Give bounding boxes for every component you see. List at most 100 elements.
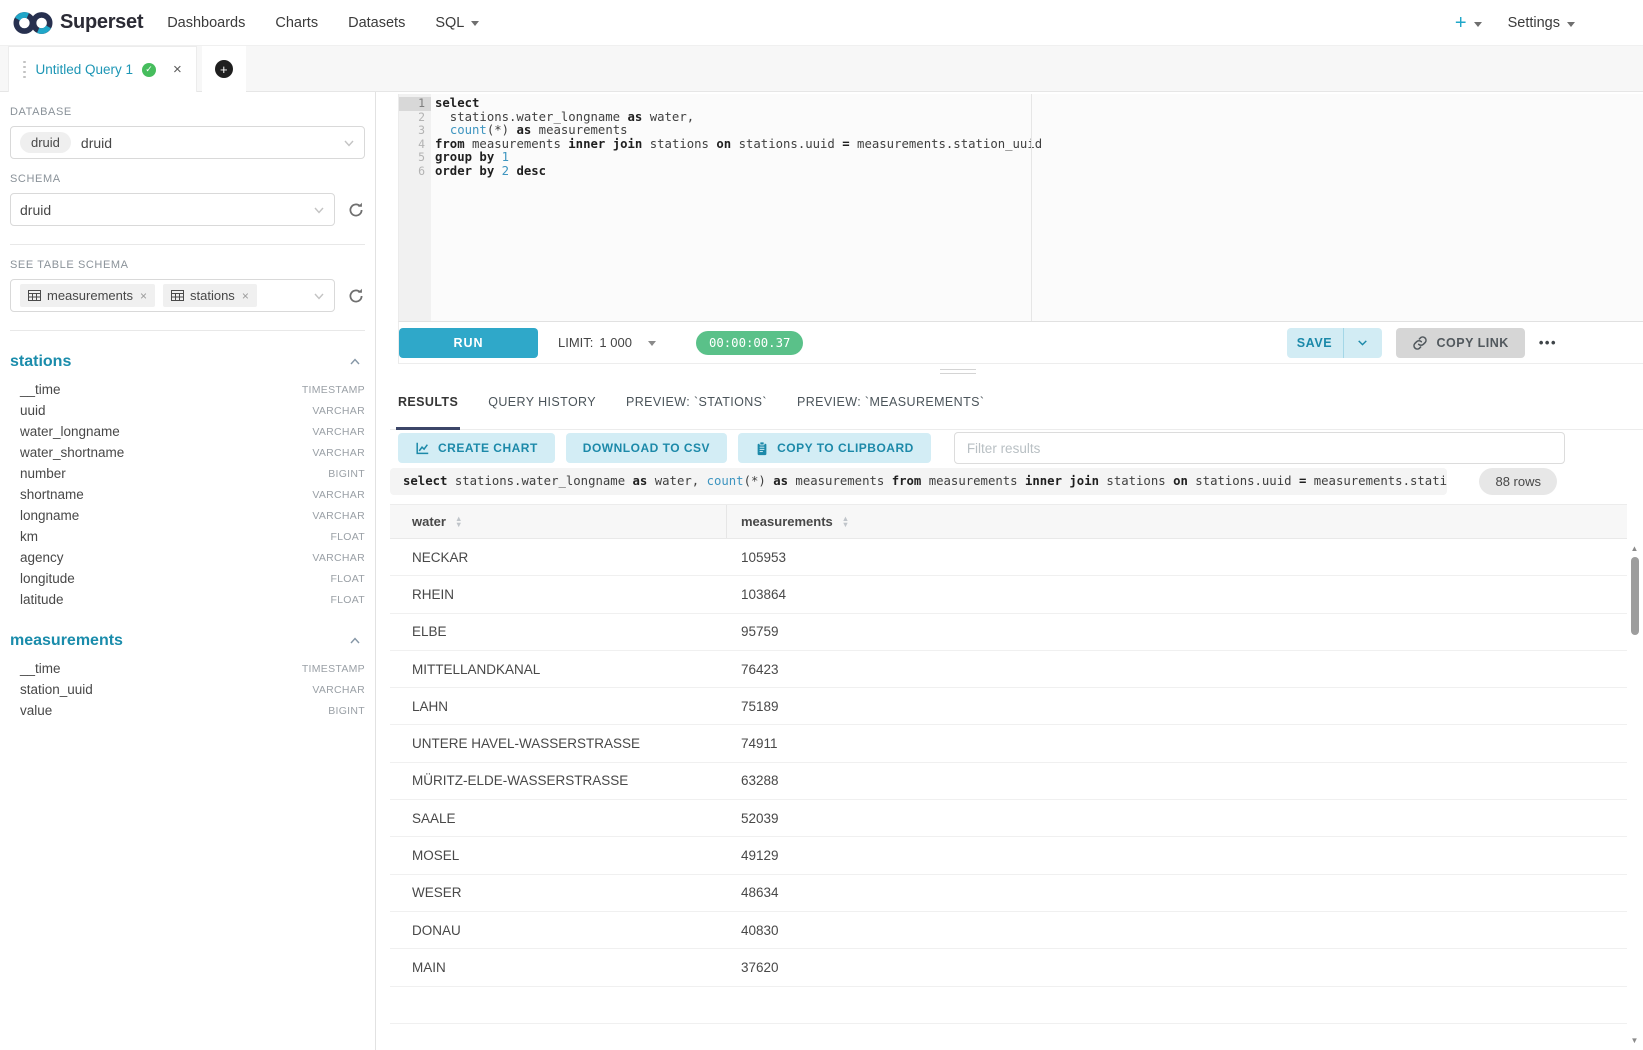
table-row[interactable]: WESER48634: [390, 875, 1627, 912]
code-line[interactable]: group by 1: [435, 151, 1643, 165]
code-line[interactable]: stations.water_longname as water,: [435, 111, 1643, 125]
settings-menu-button[interactable]: Settings: [1508, 15, 1575, 31]
copy-clipboard-button[interactable]: COPY TO CLIPBOARD: [738, 433, 931, 463]
schema-column-row[interactable]: longnameVARCHAR: [10, 505, 365, 526]
create-chart-button[interactable]: CREATE CHART: [398, 433, 555, 463]
table-row[interactable]: LAHN75189: [390, 688, 1627, 725]
schema-column-row[interactable]: station_uuidVARCHAR: [10, 679, 365, 700]
code-line[interactable]: from measurements inner join stations on…: [435, 138, 1643, 152]
executed-query-preview[interactable]: select stations.water_longname as water,…: [390, 468, 1447, 495]
cell-water: LAHN: [390, 699, 727, 714]
chevron-down-icon: [313, 290, 325, 302]
column-header-water[interactable]: water ▲▼: [390, 505, 727, 538]
schema-select[interactable]: druid: [10, 193, 335, 226]
column-header-measurements[interactable]: measurements ▲▼: [727, 505, 1627, 538]
refresh-schema-icon[interactable]: [347, 201, 365, 219]
new-item-menu-button[interactable]: +: [1455, 13, 1482, 33]
limit-dropdown[interactable]: LIMIT: 1 000: [558, 335, 656, 350]
column-type: TIMESTAMP: [302, 384, 365, 396]
nav-charts[interactable]: Charts: [275, 15, 318, 31]
code-line[interactable]: order by 2 desc: [435, 165, 1643, 179]
more-options-button[interactable]: •••: [1539, 335, 1557, 350]
table-tag-stations[interactable]: stations ×: [163, 284, 257, 307]
run-button[interactable]: RUN: [399, 328, 538, 358]
table-row[interactable]: RHEIN103864: [390, 576, 1627, 613]
schema-column-row[interactable]: water_shortnameVARCHAR: [10, 442, 365, 463]
sort-icon[interactable]: ▲▼: [455, 516, 462, 528]
table-row[interactable]: MÜRITZ-ELDE-WASSERSTRASSE63288: [390, 763, 1627, 800]
schema-column-row[interactable]: uuidVARCHAR: [10, 400, 365, 421]
schema-column-row[interactable]: agencyVARCHAR: [10, 547, 365, 568]
save-button[interactable]: SAVE: [1287, 328, 1344, 358]
chart-icon: [415, 441, 430, 456]
top-navbar: Superset Dashboards Charts Datasets SQL …: [0, 0, 1643, 46]
create-chart-label: CREATE CHART: [438, 441, 538, 455]
tab-results[interactable]: RESULTS: [398, 374, 458, 429]
copy-link-button[interactable]: COPY LINK: [1396, 328, 1525, 358]
sort-icon[interactable]: ▲▼: [842, 516, 849, 528]
column-type: TIMESTAMP: [302, 663, 365, 675]
schema-column-row[interactable]: __timeTIMESTAMP: [10, 658, 365, 679]
remove-tag-icon[interactable]: ×: [242, 290, 249, 302]
tab-query-history[interactable]: QUERY HISTORY: [488, 374, 596, 429]
editor-code[interactable]: select stations.water_longname as water,…: [431, 94, 1643, 321]
scroll-down-icon[interactable]: ▼: [1628, 1036, 1641, 1046]
schema-column-row[interactable]: kmFLOAT: [10, 526, 365, 547]
nav-datasets[interactable]: Datasets: [348, 15, 405, 31]
table-tag-measurements[interactable]: measurements ×: [20, 284, 155, 307]
schema-column-row[interactable]: latitudeFLOAT: [10, 589, 365, 610]
code-line[interactable]: count(*) as measurements: [435, 124, 1643, 138]
executed-query-row: select stations.water_longname as water,…: [390, 468, 1557, 495]
sql-token: stations: [1099, 474, 1173, 488]
settings-label: Settings: [1508, 15, 1560, 31]
table-row[interactable]: SAALE52039: [390, 800, 1627, 837]
table-schema-select[interactable]: measurements × stations ×: [10, 279, 335, 312]
table-row[interactable]: DONAU40830: [390, 912, 1627, 949]
tab-untitled-query[interactable]: Untitled Query 1 ✓ ×: [8, 46, 197, 92]
schema-column-row[interactable]: valueBIGINT: [10, 700, 365, 721]
schema-column-row[interactable]: longitudeFLOAT: [10, 568, 365, 589]
schema-column-row[interactable]: numberBIGINT: [10, 463, 365, 484]
nav-dashboards[interactable]: Dashboards: [167, 15, 245, 31]
remove-tag-icon[interactable]: ×: [140, 290, 147, 302]
scroll-up-icon[interactable]: ▲: [1628, 544, 1641, 554]
save-dropdown-button[interactable]: [1344, 328, 1382, 358]
nav-sql-menu[interactable]: SQL: [435, 15, 479, 31]
cell-measurements: 49129: [727, 848, 1627, 863]
sql-code-editor[interactable]: 123456 select stations.water_longname as…: [398, 94, 1643, 322]
schema-column-row[interactable]: shortnameVARCHAR: [10, 484, 365, 505]
stations-section-header[interactable]: stations: [10, 353, 365, 371]
database-label: DATABASE: [10, 106, 365, 118]
scrollbar-thumb[interactable]: [1631, 557, 1639, 635]
brand-name: Superset: [60, 11, 143, 34]
table-row[interactable]: NECKAR105953: [390, 539, 1627, 576]
table-row[interactable]: MITTELLANDKANAL76423: [390, 651, 1627, 688]
sql-token: inner join: [1025, 474, 1099, 488]
schema-column-row[interactable]: __timeTIMESTAMP: [10, 379, 365, 400]
table-row[interactable]: MAIN37620: [390, 949, 1627, 986]
limit-value: 1 000: [599, 335, 632, 350]
tab-preview-stations[interactable]: PREVIEW: `STATIONS`: [626, 374, 767, 429]
measurements-section-header[interactable]: measurements: [10, 632, 365, 650]
superset-logo[interactable]: Superset: [12, 9, 143, 37]
tab-close-icon[interactable]: ×: [173, 62, 182, 77]
query-success-icon: ✓: [142, 63, 156, 77]
table-row[interactable]: UNTERE HAVEL-WASSERSTRASSE74911: [390, 725, 1627, 762]
table-row[interactable]: ELBE95759: [390, 614, 1627, 651]
column-type: VARCHAR: [312, 426, 365, 438]
chevron-up-icon[interactable]: [349, 635, 361, 647]
download-csv-button[interactable]: DOWNLOAD TO CSV: [566, 433, 727, 463]
column-type: FLOAT: [330, 573, 365, 585]
schema-column-row[interactable]: water_longnameVARCHAR: [10, 421, 365, 442]
table-row[interactable]: MOSEL49129: [390, 837, 1627, 874]
refresh-tables-icon[interactable]: [347, 287, 365, 305]
code-line[interactable]: select: [435, 97, 1643, 111]
new-query-tab-button[interactable]: +: [202, 46, 246, 92]
chevron-up-icon[interactable]: [349, 356, 361, 368]
filter-results-input[interactable]: [954, 432, 1565, 464]
tab-drag-handle-icon[interactable]: [23, 61, 26, 79]
database-select[interactable]: druid druid: [10, 126, 365, 159]
results-scrollbar[interactable]: ▲ ▼: [1628, 541, 1641, 1050]
tab-preview-measurements[interactable]: PREVIEW: `MEASUREMENTS`: [797, 374, 984, 429]
save-button-group: SAVE: [1287, 328, 1382, 358]
